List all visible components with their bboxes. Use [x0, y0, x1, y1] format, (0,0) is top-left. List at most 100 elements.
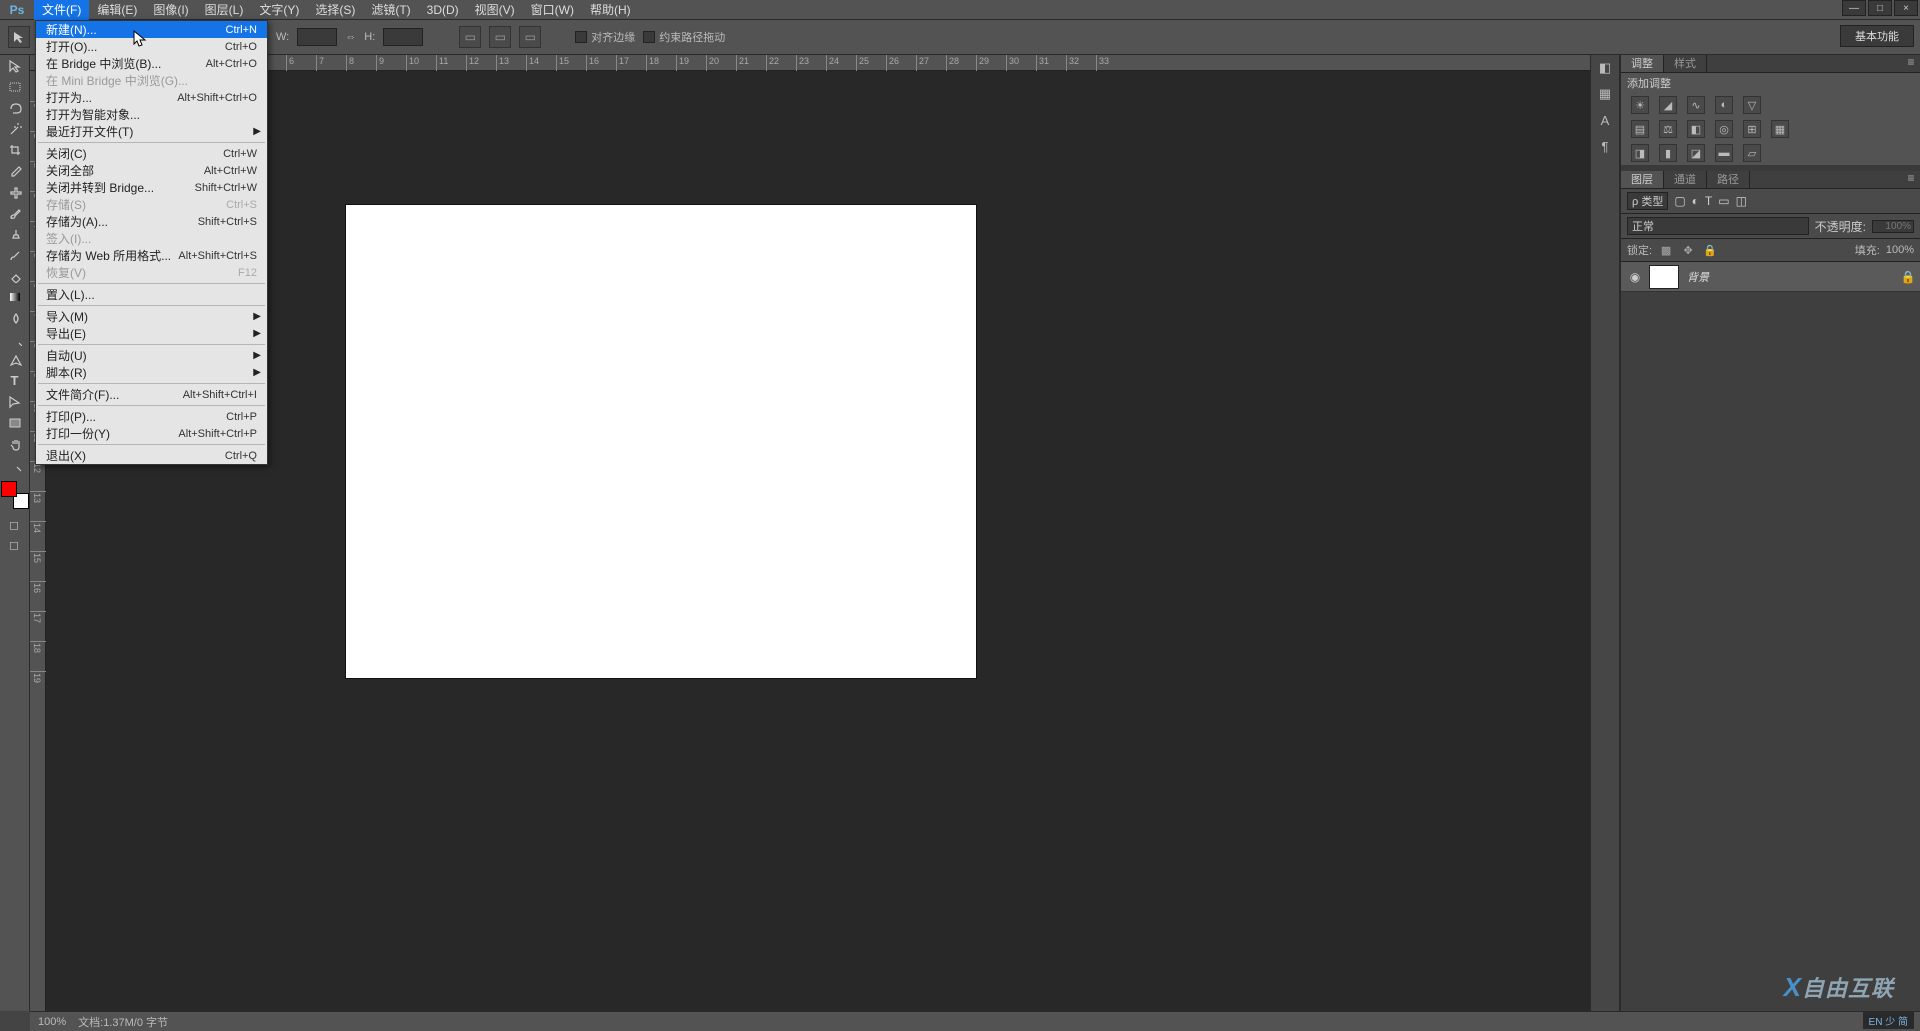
- menu-窗口[interactable]: 窗口(W): [523, 0, 582, 20]
- bw-icon[interactable]: ◧: [1687, 120, 1705, 138]
- zoom-level[interactable]: 100%: [38, 1016, 66, 1028]
- gradient-tool[interactable]: [1, 286, 29, 307]
- photo-filter-icon[interactable]: ◎: [1715, 120, 1733, 138]
- tab-paths[interactable]: 路径: [1707, 171, 1750, 188]
- menu-3d[interactable]: 3D(D): [419, 0, 467, 20]
- layer-visibility-icon[interactable]: ◉: [1621, 270, 1649, 284]
- menu-item[interactable]: 导出(E)▶: [36, 325, 267, 342]
- tab-layers[interactable]: 图层: [1621, 171, 1664, 188]
- menu-选择[interactable]: 选择(S): [307, 0, 363, 20]
- type-tool[interactable]: T: [1, 370, 29, 391]
- quick-mask-icon[interactable]: ◻: [0, 515, 28, 535]
- foreground-color[interactable]: [1, 481, 17, 497]
- lock-all-icon[interactable]: 🔒: [1702, 242, 1718, 258]
- vibrance-icon[interactable]: ▽: [1743, 96, 1761, 114]
- gradient-map-icon[interactable]: ▬: [1715, 144, 1733, 162]
- menu-视图[interactable]: 视图(V): [467, 0, 523, 20]
- menu-滤镜[interactable]: 滤镜(T): [363, 0, 418, 20]
- tab-adjustments[interactable]: 调整: [1621, 55, 1664, 72]
- lock-pixels-icon[interactable]: ▩: [1658, 242, 1674, 258]
- menu-item[interactable]: 关闭(C)Ctrl+W: [36, 145, 267, 162]
- tab-channels[interactable]: 通道: [1664, 171, 1707, 188]
- screen-mode-icon[interactable]: ◻: [0, 535, 28, 555]
- maximize-button[interactable]: □: [1868, 0, 1892, 16]
- menu-item[interactable]: 在 Bridge 中浏览(B)...Alt+Ctrl+O: [36, 55, 267, 72]
- menu-item[interactable]: 最近打开文件(T)▶: [36, 123, 267, 140]
- minimize-button[interactable]: —: [1842, 0, 1866, 16]
- eyedropper-tool[interactable]: [1, 160, 29, 181]
- color-balance-icon[interactable]: ⚖: [1659, 120, 1677, 138]
- layer-row-background[interactable]: ◉ 背景 🔒: [1621, 262, 1920, 292]
- menu-图层[interactable]: 图层(L): [197, 0, 252, 20]
- layer-name[interactable]: 背景: [1687, 269, 1896, 285]
- menu-item[interactable]: 自动(U)▶: [36, 347, 267, 364]
- menu-item[interactable]: 新建(N)...Ctrl+N: [36, 21, 267, 38]
- layers-flyout-icon[interactable]: ≡: [1902, 171, 1920, 188]
- menu-item[interactable]: 存储为(A)...Shift+Ctrl+S: [36, 213, 267, 230]
- menu-文字[interactable]: 文字(Y): [251, 0, 307, 20]
- move-tool[interactable]: [1, 55, 29, 76]
- brush-tool[interactable]: [1, 202, 29, 223]
- levels-icon[interactable]: ◢: [1659, 96, 1677, 114]
- opacity-value[interactable]: 100%: [1872, 220, 1914, 233]
- dodge-tool[interactable]: [1, 328, 29, 349]
- workspace-switcher[interactable]: 基本功能: [1840, 25, 1914, 47]
- tab-styles[interactable]: 样式: [1664, 55, 1707, 72]
- filter-adjust-icon[interactable]: ◐: [1692, 194, 1699, 208]
- fill-value[interactable]: 100%: [1886, 244, 1914, 256]
- panel-flyout-icon[interactable]: ≡: [1902, 55, 1920, 72]
- filter-pixel-icon[interactable]: ▢: [1674, 194, 1685, 208]
- history-panel-icon[interactable]: ◧: [1591, 55, 1619, 81]
- blend-mode-select[interactable]: 正常: [1627, 217, 1809, 235]
- marquee-tool[interactable]: [1, 76, 29, 97]
- wand-tool[interactable]: [1, 118, 29, 139]
- menu-编辑[interactable]: 编辑(E): [89, 0, 145, 20]
- menu-item[interactable]: 置入(L)...: [36, 286, 267, 303]
- link-wh-icon[interactable]: ⇔: [345, 31, 356, 43]
- menu-item[interactable]: 导入(M)▶: [36, 308, 267, 325]
- blur-tool[interactable]: [1, 307, 29, 328]
- align-center-icon[interactable]: ▭: [489, 26, 511, 48]
- pen-tool[interactable]: [1, 349, 29, 370]
- menu-图像[interactable]: 图像(I): [145, 0, 196, 20]
- character-panel-icon[interactable]: A: [1591, 107, 1619, 133]
- current-tool-icon[interactable]: [8, 26, 30, 48]
- stamp-tool[interactable]: [1, 223, 29, 244]
- layer-thumbnail[interactable]: [1649, 265, 1679, 289]
- align-right-icon[interactable]: ▭: [519, 26, 541, 48]
- menu-item[interactable]: 打开为...Alt+Shift+Ctrl+O: [36, 89, 267, 106]
- height-input[interactable]: [383, 28, 423, 46]
- color-swatches[interactable]: [1, 481, 29, 509]
- menu-item[interactable]: 退出(X)Ctrl+Q: [36, 447, 267, 464]
- constrain-path-checkbox[interactable]: 约束路径拖动: [643, 29, 725, 45]
- menu-item[interactable]: 关闭并转到 Bridge...Shift+Ctrl+W: [36, 179, 267, 196]
- align-left-icon[interactable]: ▭: [459, 26, 481, 48]
- filter-shape-icon[interactable]: ▭: [1718, 194, 1729, 208]
- posterize-icon[interactable]: ▮: [1659, 144, 1677, 162]
- lock-position-icon[interactable]: ✥: [1680, 242, 1696, 258]
- menu-item[interactable]: 打印(P)...Ctrl+P: [36, 408, 267, 425]
- heal-tool[interactable]: [1, 181, 29, 202]
- document-info[interactable]: 文档:1.37M/0 字节: [78, 1014, 168, 1030]
- shape-tool[interactable]: [1, 412, 29, 433]
- channel-mixer-icon[interactable]: ⊞: [1743, 120, 1761, 138]
- threshold-icon[interactable]: ◪: [1687, 144, 1705, 162]
- color-lookup-icon[interactable]: ▦: [1771, 120, 1789, 138]
- menu-帮助[interactable]: 帮助(H): [582, 0, 639, 20]
- menu-item[interactable]: 打开为智能对象...: [36, 106, 267, 123]
- lasso-tool[interactable]: [1, 97, 29, 118]
- ruler-horizontal[interactable]: 0123456789101112131415161718192021222324…: [46, 55, 1590, 71]
- close-button[interactable]: ×: [1894, 0, 1918, 16]
- hue-sat-icon[interactable]: ▤: [1631, 120, 1649, 138]
- path-tool[interactable]: [1, 391, 29, 412]
- exposure-icon[interactable]: ◐: [1715, 96, 1733, 114]
- menu-item[interactable]: 存储为 Web 所用格式...Alt+Shift+Ctrl+S: [36, 247, 267, 264]
- layer-filter-type[interactable]: ρ 类型: [1627, 192, 1668, 210]
- menu-文件[interactable]: 文件(F): [34, 0, 89, 20]
- document-canvas[interactable]: [346, 205, 976, 678]
- paragraph-panel-icon[interactable]: ¶: [1591, 133, 1619, 159]
- history-brush[interactable]: [1, 244, 29, 265]
- menu-item[interactable]: 脚本(R)▶: [36, 364, 267, 381]
- menu-item[interactable]: 关闭全部Alt+Ctrl+W: [36, 162, 267, 179]
- invert-icon[interactable]: ◨: [1631, 144, 1649, 162]
